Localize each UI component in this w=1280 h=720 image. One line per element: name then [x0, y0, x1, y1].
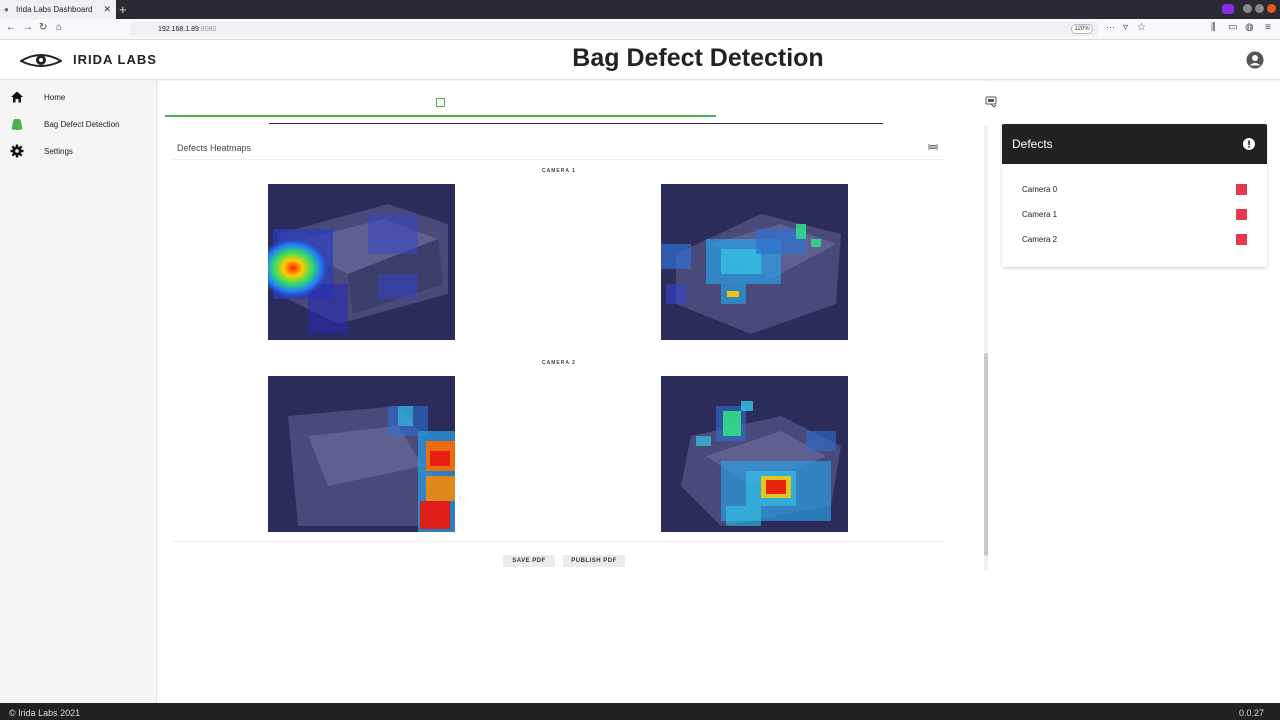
sidebar-item-home[interactable]: Home: [0, 84, 157, 110]
divider: [269, 123, 883, 124]
heatmap-image: [661, 184, 848, 340]
defect-camera-label: Camera 1: [1022, 210, 1058, 219]
bookmark-star-icon[interactable]: ☆: [1137, 22, 1146, 33]
footer: © Irida Labs 2021 0.0.27: [0, 703, 1280, 720]
sidebar-item-bag-defect-detection[interactable]: Bag Defect Detection: [0, 111, 157, 137]
fullscreen-icon[interactable]: [928, 143, 938, 151]
sidebar-item-settings[interactable]: Settings: [0, 138, 157, 164]
save-pdf-button[interactable]: SAVE PDF: [503, 555, 555, 567]
heatmap-image: [268, 376, 455, 532]
scrollbar-thumb[interactable]: [984, 353, 988, 556]
page-title: Bag Defect Detection: [572, 44, 824, 72]
bag-icon: [11, 119, 23, 130]
heatmap-image: [661, 376, 848, 532]
forward-icon[interactable]: →: [23, 22, 33, 33]
defect-status-square: [1236, 234, 1247, 245]
url-bar[interactable]: 192.168.1.89:8080: [130, 22, 1098, 36]
app-header: IRIDA LABS Bag Defect Detection: [0, 40, 1280, 80]
reload-icon[interactable]: ↻: [39, 22, 47, 33]
window-controls: [1222, 4, 1276, 14]
camera-2-label: CAMERA 2: [542, 360, 576, 366]
sidebar-item-label: Home: [44, 92, 66, 102]
page-actions-icon[interactable]: ···: [1106, 22, 1115, 32]
browser-tab-bar: ● Irida Labs Dashboard ✕ +: [0, 0, 1280, 19]
defect-camera-label: Camera 0: [1022, 185, 1058, 194]
url-port: :8080: [198, 25, 217, 33]
browser-menu-icon[interactable]: ≡: [1265, 22, 1271, 33]
defect-status-square: [1236, 184, 1247, 195]
defects-panel: Defects Camera 0 Camera 1 Camera 2: [1002, 124, 1267, 267]
tab-title: Irida Labs Dashboard: [16, 5, 93, 14]
home-icon: [11, 91, 23, 103]
sidebar: Home Bag Defect Detection Settings: [0, 81, 157, 703]
defect-row-camera-1[interactable]: Camera 1: [1022, 208, 1247, 222]
heatmaps-card-header: Defects Heatmaps: [173, 133, 945, 160]
alert-icon: [1243, 138, 1255, 150]
defect-camera-label: Camera 2: [1022, 235, 1058, 244]
tab-close-icon[interactable]: ✕: [103, 4, 111, 15]
private-browsing-icon: [1222, 4, 1234, 14]
new-tab-button[interactable]: +: [119, 2, 127, 17]
camera-settings-icon[interactable]: [985, 96, 997, 108]
defects-title: Defects: [1012, 137, 1053, 151]
defect-row-camera-2[interactable]: Camera 2: [1022, 233, 1247, 247]
defects-panel-header: Defects: [1002, 124, 1267, 164]
maximize-button[interactable]: [1255, 4, 1264, 13]
account-icon[interactable]: [1246, 51, 1264, 69]
zoom-level-badge[interactable]: 120%: [1071, 24, 1093, 34]
main-content: Defects Heatmaps CAMERA 1 CAMERA 2 SAVE …: [158, 81, 988, 703]
back-icon[interactable]: ←: [6, 22, 16, 33]
gear-icon: [10, 144, 24, 158]
heatmaps-card: Defects Heatmaps CAMERA 1 CAMERA 2: [173, 133, 945, 543]
defect-status-square: [1236, 209, 1247, 220]
home-page-icon[interactable]: ⌂: [56, 22, 62, 33]
window-close-button[interactable]: [1267, 4, 1276, 13]
camera-1-label: CAMERA 1: [542, 168, 576, 174]
heatmaps-title: Defects Heatmaps: [177, 143, 252, 153]
minimize-button[interactable]: [1243, 4, 1252, 13]
tab-favicon-icon: ●: [4, 4, 9, 14]
publish-pdf-button[interactable]: PUBLISH PDF: [563, 555, 625, 567]
sidebar-item-label: Bag Defect Detection: [44, 119, 120, 129]
library-icon[interactable]: ⫼: [1211, 22, 1216, 33]
sidebar-item-label: Settings: [44, 146, 73, 156]
defect-row-camera-0[interactable]: Camera 0: [1022, 183, 1247, 197]
divider: [173, 541, 945, 542]
browser-nav-bar: ← → ↻ ⌂ 192.168.1.89:8080 120% ··· ▿ ☆ ⫼…: [0, 19, 1280, 40]
stepper-square-icon[interactable]: [436, 98, 445, 107]
url-host: 192.168.1.89: [158, 25, 199, 33]
pocket-icon[interactable]: ▿: [1123, 22, 1128, 33]
copyright-text: © Irida Labs 2021: [9, 708, 81, 718]
stepper-progress-line: [165, 115, 716, 117]
sidebar-toggle-icon[interactable]: ▭: [1228, 22, 1237, 33]
version-text: 0.0.27: [1238, 708, 1264, 718]
heatmap-image: [268, 184, 455, 340]
browser-tab[interactable]: ● Irida Labs Dashboard ✕: [0, 0, 116, 19]
extensions-icon[interactable]: ◍: [1245, 22, 1254, 33]
